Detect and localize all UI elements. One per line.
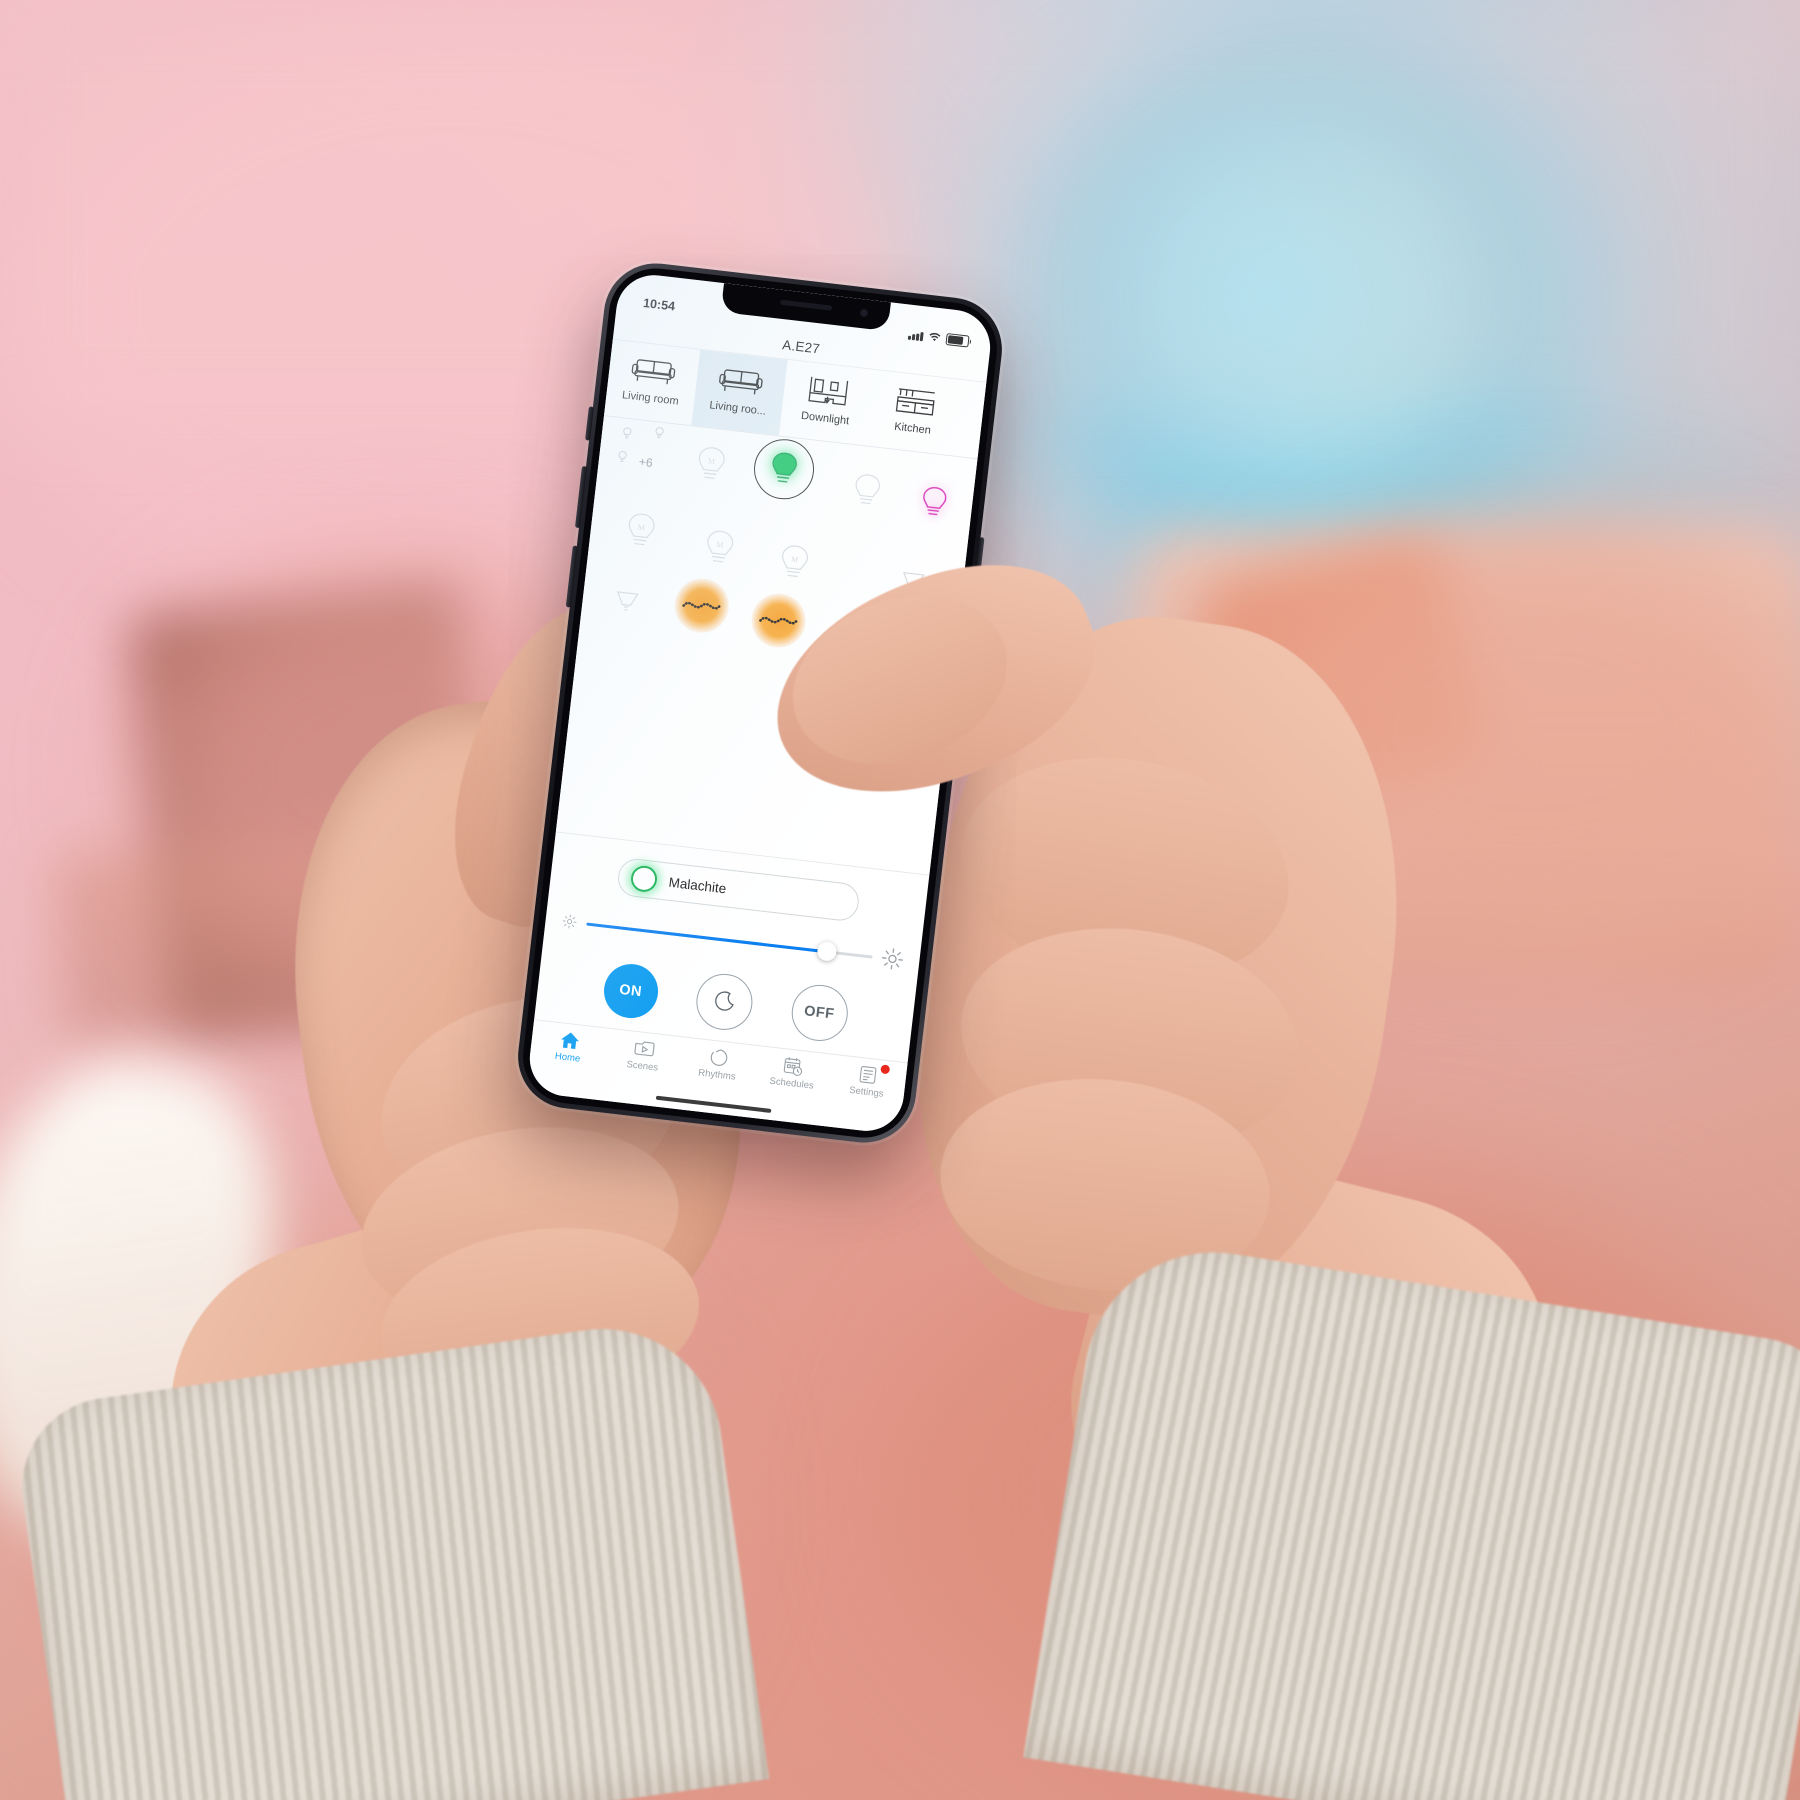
svg-text:M: M — [637, 523, 645, 533]
on-button-label: ON — [618, 981, 643, 1001]
svg-text:M: M — [707, 456, 715, 466]
sofa-icon — [716, 358, 766, 403]
brightness-slider-handle[interactable] — [816, 940, 838, 962]
page-title: A.E27 — [781, 336, 821, 357]
on-button[interactable]: ON — [600, 961, 661, 1021]
nav-item-rhythms[interactable]: Rhythms — [685, 1044, 752, 1084]
lightstrip-icon[interactable] — [670, 574, 734, 638]
off-button[interactable]: OFF — [788, 981, 851, 1044]
brightness-low-icon — [562, 914, 577, 929]
wifi-icon — [929, 332, 941, 342]
bulb-ambiance-icon[interactable]: M — [612, 502, 670, 560]
bulb-small-icon[interactable] — [621, 426, 633, 441]
brightness-high-icon — [881, 948, 903, 970]
nav-item-scenes[interactable]: Scenes — [610, 1035, 677, 1075]
brightness-slider-fill — [586, 922, 827, 953]
nav-item-home[interactable]: Home — [535, 1027, 602, 1067]
nav-item-settings[interactable]: Settings — [834, 1061, 901, 1101]
room-tab-downlight[interactable]: Downlight — [779, 360, 875, 446]
room-tab-label: Kitchen — [893, 420, 932, 437]
floor-lamp — [1035, 60, 1505, 530]
bulb-small-icon[interactable] — [617, 450, 629, 465]
settings-list-icon — [859, 1066, 877, 1084]
cellular-signal-icon — [907, 330, 924, 341]
bulb-icon[interactable] — [838, 462, 896, 520]
rhythms-circle-icon — [710, 1049, 728, 1066]
lightstrip-icon[interactable] — [746, 588, 810, 652]
calendar-clock-icon — [783, 1057, 803, 1076]
scene-name-label: Malachite — [667, 874, 728, 896]
room-tab-living-room[interactable]: Living room — [604, 340, 700, 426]
settings-notification-badge — [880, 1064, 891, 1075]
spot-icon[interactable] — [598, 573, 656, 631]
nav-label: Rhythms — [697, 1067, 737, 1083]
bulb-icon-pink[interactable] — [905, 474, 963, 532]
bulb-ambiance-icon[interactable]: M — [766, 534, 824, 592]
sofa-icon — [628, 348, 678, 393]
room-tab-kitchen[interactable]: Kitchen — [866, 370, 962, 456]
nav-label: Schedules — [768, 1075, 815, 1092]
bulb-ambiance-icon[interactable]: M — [682, 436, 740, 494]
floorplan-icon — [804, 368, 852, 413]
bulb-icon-selected[interactable] — [750, 435, 818, 503]
scene-color-dot — [629, 864, 659, 894]
scenes-play-icon — [634, 1041, 655, 1057]
moon-icon — [715, 991, 734, 1011]
nightlight-moon-button[interactable] — [693, 970, 756, 1033]
bulb-ambiance-icon[interactable]: M — [691, 520, 749, 578]
room-tab-living-room-2[interactable]: Living roo... — [691, 349, 788, 436]
front-camera — [860, 308, 868, 317]
battery-icon — [945, 333, 970, 348]
off-button-label: OFF — [803, 1003, 836, 1023]
nav-label: Scenes — [625, 1059, 659, 1074]
bulb-small-icon[interactable] — [654, 426, 666, 441]
status-time: 10:54 — [642, 295, 676, 314]
more-lights-count[interactable]: +6 — [638, 455, 653, 470]
nav-item-schedules[interactable]: Schedules — [759, 1053, 826, 1093]
nav-label: Home — [554, 1050, 581, 1065]
earpiece-speaker — [779, 299, 833, 311]
svg-text:M: M — [791, 555, 799, 565]
svg-text:M: M — [716, 540, 724, 550]
home-icon — [560, 1032, 579, 1050]
kitchen-counter-icon — [892, 379, 940, 424]
nav-label: Settings — [848, 1084, 884, 1100]
